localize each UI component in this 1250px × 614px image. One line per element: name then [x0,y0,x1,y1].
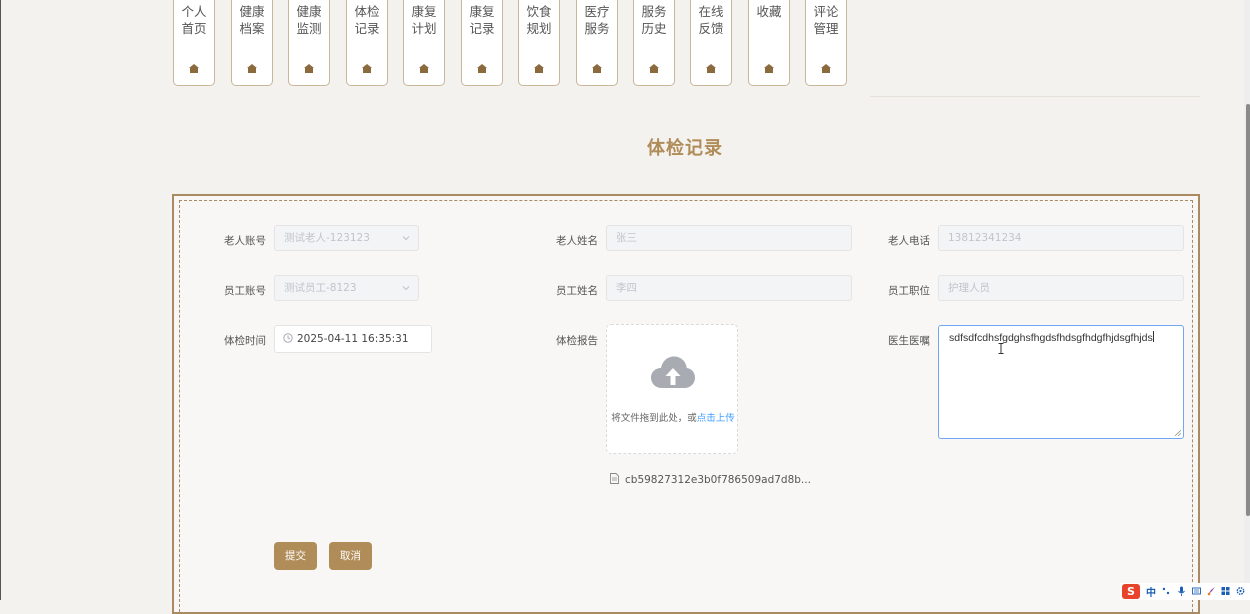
nav-item-diet-plan[interactable]: 饮食规划 [518,0,560,86]
nav-item-label: 医疗服务 [584,4,610,36]
nav-item-exam-record[interactable]: 体检记录 [346,0,388,86]
nav-item-label: 康复记录 [469,4,495,36]
doctor-advice-value: sdfsdfcdhsfgdghsfhgdsfhdsgfhdgfhjdsgfhjd… [949,332,1153,344]
staff-account-value: 测试员工-8123 [284,282,357,294]
ime-toolbar[interactable]: S 中 [1120,583,1250,600]
scrollbar-thumb[interactable] [1246,104,1250,516]
exam-report-label: 体检报告 [556,335,598,347]
nav-divider [870,96,1200,97]
nav-item-label: 在线反馈 [698,4,724,36]
nav-item-health-monitor[interactable]: 健康监测 [288,0,330,86]
upload-hint-text: 将文件拖到此处，或 [611,413,697,424]
elder-account-select[interactable]: 测试老人-123123 [274,225,419,251]
nav-item-label: 健康监测 [296,4,322,36]
chevron-down-icon [402,236,410,241]
home-icon [534,64,544,73]
home-icon [362,64,372,73]
elder-phone-input[interactable]: 13812341234 [938,225,1184,251]
resize-handle-icon[interactable] [1175,430,1181,436]
ibeam-cursor-icon [998,343,1004,354]
punctuation-icon[interactable] [1162,586,1171,596]
nav-item-label: 个人首页 [181,4,207,36]
apps-grid-icon[interactable] [1221,586,1230,596]
home-icon [304,64,314,73]
home-icon [706,64,716,73]
nav-item-label: 服务历史 [641,4,667,36]
exam-time-picker[interactable]: 2025-04-11 16:35:31 [274,325,432,353]
cancel-button[interactable]: 取消 [329,542,372,570]
upload-hint: 将文件拖到此处，或点击上传 [607,410,739,424]
page-scrollbar[interactable] [1244,0,1250,600]
exam-time-value: 2025-04-11 16:35:31 [297,333,409,345]
home-icon [247,64,257,73]
home-icon [189,64,199,73]
nav-item-service-history[interactable]: 服务历史 [633,0,675,86]
elder-account-value: 测试老人-123123 [284,232,370,244]
home-icon [821,64,831,73]
uploaded-file-name: cb59827312e3b0f786509ad7d8b... [625,474,811,486]
home-icon [419,64,429,73]
cloud-upload-icon [651,356,695,388]
elder-phone-label: 老人电话 [888,235,930,247]
gear-icon[interactable] [1236,586,1245,596]
upload-link[interactable]: 点击上传 [697,413,735,424]
elder-name-value: 张三 [616,232,637,244]
doctor-advice-textarea[interactable]: sdfsdfcdhsfgdghsfhgdsfhdsgfhdgfhjdsgfhjd… [938,325,1184,439]
nav-item-label: 评论管理 [813,4,839,36]
home-icon [764,64,774,73]
nav-item-rehab-plan[interactable]: 康复计划 [403,0,445,86]
elder-phone-value: 13812341234 [948,232,1022,244]
nav-item-feedback[interactable]: 在线反馈 [690,0,732,86]
nav-item-label: 收藏 [756,4,782,19]
nav-item-label: 体检记录 [354,4,380,36]
exam-time-label: 体检时间 [224,335,266,347]
staff-name-label: 员工姓名 [556,285,598,297]
nav-item-health-file[interactable]: 健康档案 [231,0,273,86]
doctor-advice-label: 医生医嘱 [888,335,930,347]
home-icon [592,64,602,73]
nav-item-label: 健康档案 [239,4,265,36]
submit-button[interactable]: 提交 [274,542,317,570]
skin-icon[interactable] [1207,586,1216,596]
staff-name-value: 李四 [616,282,637,294]
ime-logo: S [1122,584,1140,599]
staff-account-label: 员工账号 [224,285,266,297]
home-icon [477,64,487,73]
staff-account-select[interactable]: 测试员工-8123 [274,275,419,301]
page-title: 体检记录 [647,138,723,159]
elder-name-input[interactable]: 张三 [606,225,852,251]
nav-item-medical-service[interactable]: 医疗服务 [576,0,618,86]
elder-name-label: 老人姓名 [556,235,598,247]
text-caret [1152,331,1154,342]
nav-item-label: 康复计划 [411,4,437,36]
window-edge [0,0,1,600]
document-icon [610,473,619,484]
ime-language[interactable]: 中 [1146,584,1156,599]
uploaded-file-item[interactable]: cb59827312e3b0f786509ad7d8b... [610,473,811,486]
staff-position-input[interactable]: 护理人员 [938,275,1184,301]
file-upload-dropzone[interactable]: 将文件拖到此处，或点击上传 [606,324,738,454]
nav-item-favorites[interactable]: 收藏 [748,0,790,86]
microphone-icon[interactable] [1177,586,1186,596]
nav-item-home[interactable]: 个人首页 [173,0,215,86]
elder-account-label: 老人账号 [224,235,266,247]
nav-item-label: 饮食规划 [526,4,552,36]
home-icon [649,64,659,73]
chevron-down-icon [402,286,410,291]
staff-position-value: 护理人员 [948,282,990,294]
clock-icon [283,333,293,343]
staff-position-label: 员工职位 [888,285,930,297]
staff-name-input[interactable]: 李四 [606,275,852,301]
nav-item-comments[interactable]: 评论管理 [805,0,847,86]
nav-item-rehab-record[interactable]: 康复记录 [461,0,503,86]
keyboard-icon[interactable] [1192,586,1201,596]
